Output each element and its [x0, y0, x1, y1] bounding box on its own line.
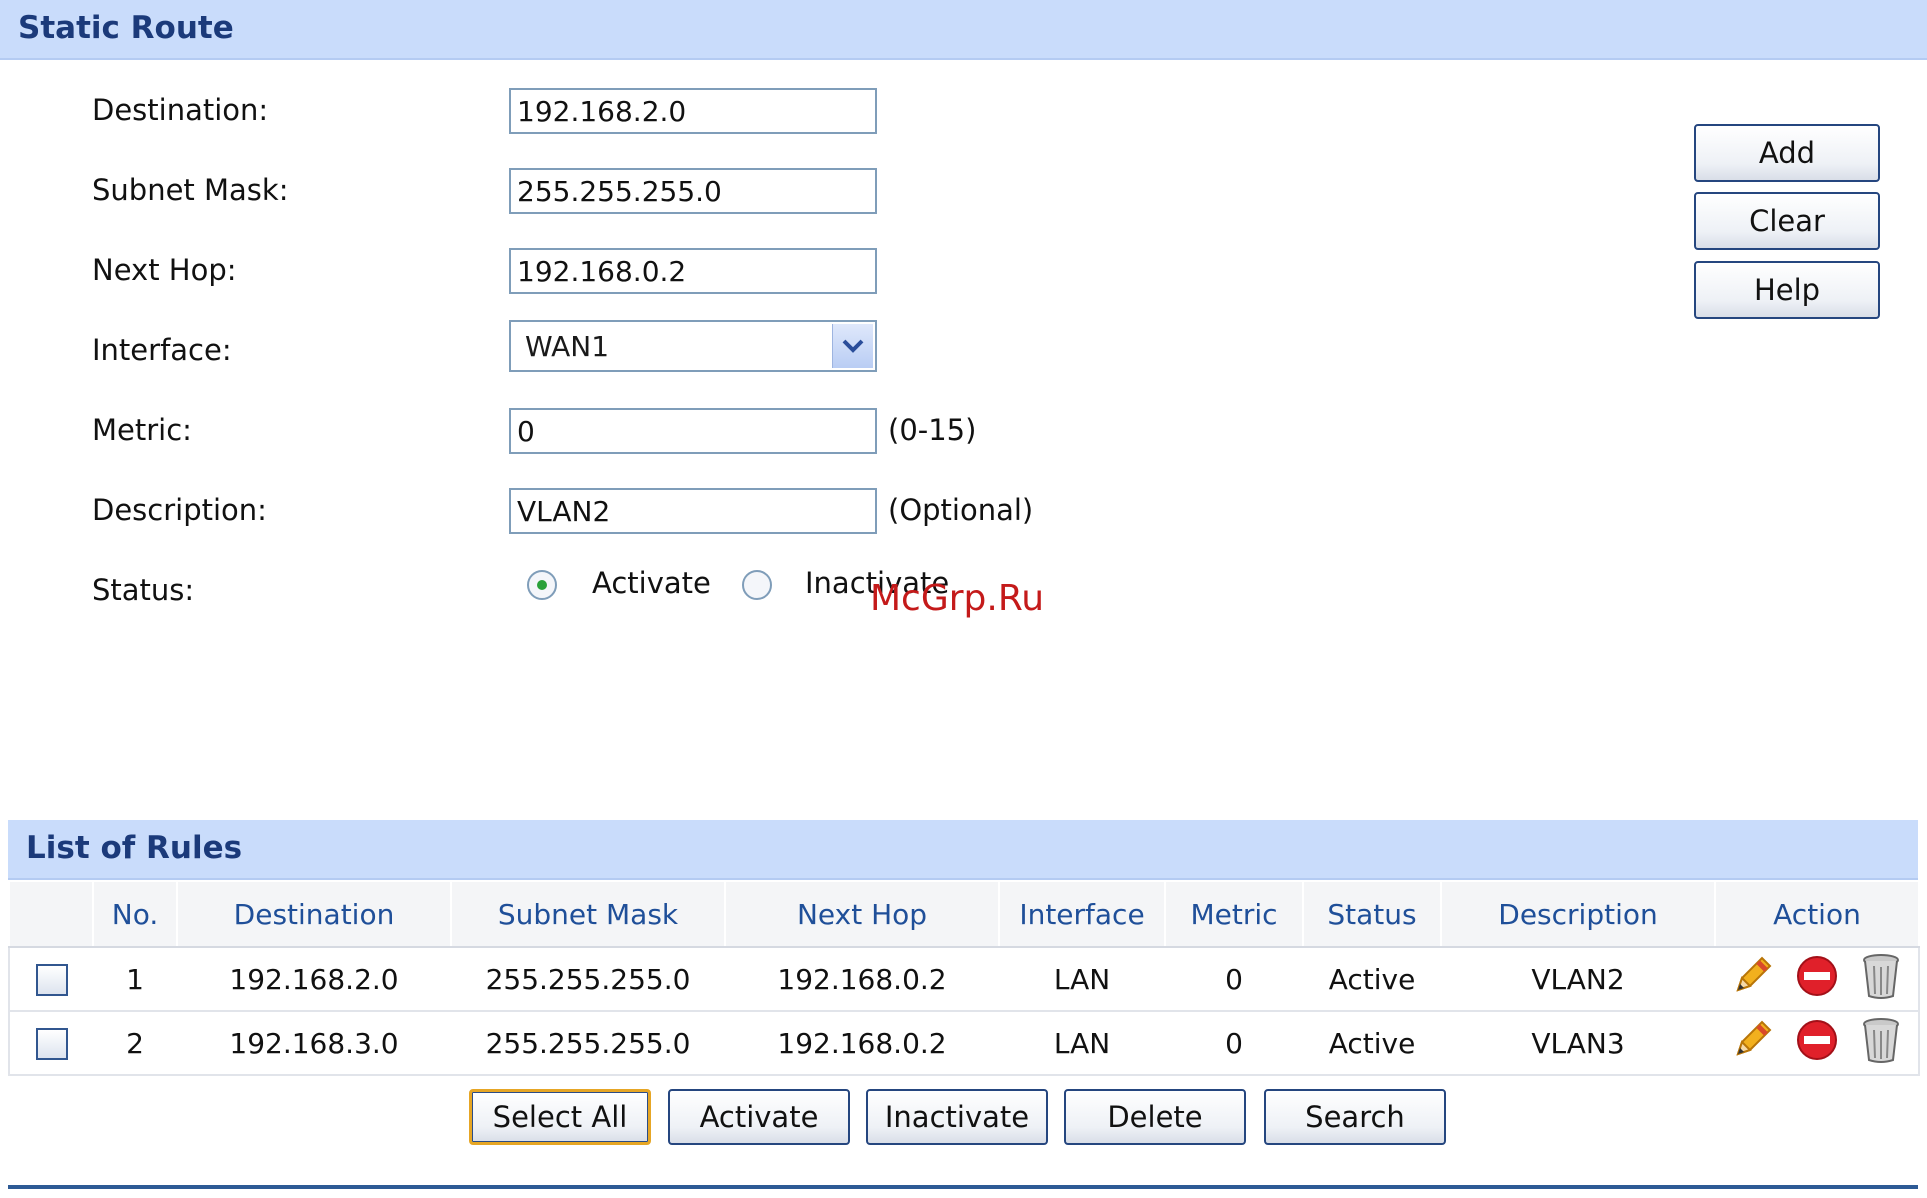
row-description: VLAN3 — [1441, 1011, 1715, 1076]
activate-button[interactable]: Activate — [668, 1089, 850, 1145]
description-label: Description: — [92, 493, 267, 527]
bottom-divider — [8, 1185, 1918, 1189]
row-destination: 192.168.2.0 — [177, 947, 451, 1012]
select-all-button[interactable]: Select All — [469, 1089, 651, 1145]
watermark-text: McGrp.Ru — [870, 578, 1045, 619]
row-select-cell — [8, 947, 93, 1012]
subnet-mask-label: Subnet Mask: — [92, 173, 289, 207]
row-subnet-mask: 255.255.255.0 — [451, 947, 725, 1012]
clear-button[interactable]: Clear — [1694, 192, 1880, 250]
row-interface: LAN — [999, 1011, 1165, 1076]
row-metric: 0 — [1165, 1011, 1303, 1076]
row-interface: LAN — [999, 947, 1165, 1012]
interface-label: Interface: — [92, 333, 232, 367]
pencil-edit-icon[interactable] — [1730, 954, 1774, 1005]
trash-icon[interactable] — [1859, 1016, 1903, 1071]
row-actions — [1715, 1011, 1920, 1076]
list-of-rules-header: List of Rules — [8, 820, 1918, 880]
column-header-subnet-mask: Subnet Mask — [450, 880, 726, 948]
row-destination: 192.168.3.0 — [177, 1011, 451, 1076]
column-header-metric: Metric — [1164, 880, 1304, 948]
search-button[interactable]: Search — [1264, 1089, 1446, 1145]
interface-selected-value: WAN1 — [525, 330, 610, 363]
pencil-edit-icon[interactable] — [1730, 1018, 1774, 1069]
metric-input[interactable] — [509, 408, 877, 454]
add-button[interactable]: Add — [1694, 124, 1880, 182]
table-row: 1 192.168.2.0 255.255.255.0 192.168.0.2 … — [8, 947, 1920, 1012]
status-inactivate-radio[interactable] — [742, 570, 772, 600]
trash-icon[interactable] — [1859, 952, 1903, 1007]
column-header-select — [8, 880, 94, 948]
disable-icon[interactable] — [1795, 1018, 1839, 1069]
disable-icon[interactable] — [1795, 954, 1839, 1005]
column-header-no: No. — [92, 880, 178, 948]
status-activate-label: Activate — [592, 566, 711, 600]
row-status: Active — [1303, 947, 1441, 1012]
row-metric: 0 — [1165, 947, 1303, 1012]
row-no: 2 — [93, 1011, 177, 1076]
row-subnet-mask: 255.255.255.0 — [451, 1011, 725, 1076]
delete-button[interactable]: Delete — [1064, 1089, 1246, 1145]
column-header-action: Action — [1714, 880, 1920, 948]
row-actions — [1715, 947, 1920, 1012]
row-status: Active — [1303, 1011, 1441, 1076]
next-hop-input[interactable] — [509, 248, 877, 294]
interface-select[interactable]: WAN1 — [509, 320, 877, 372]
rules-table: No. Destination Subnet Mask Next Hop Int… — [8, 880, 1920, 1076]
row-next-hop: 192.168.0.2 — [725, 947, 999, 1012]
metric-range-hint: (0-15) — [888, 413, 977, 447]
row-description: VLAN2 — [1441, 947, 1715, 1012]
destination-input[interactable] — [509, 88, 877, 134]
row-checkbox[interactable] — [35, 964, 68, 996]
table-header-row: No. Destination Subnet Mask Next Hop Int… — [8, 880, 1920, 948]
row-next-hop: 192.168.0.2 — [725, 1011, 999, 1076]
chevron-down-icon[interactable] — [832, 324, 873, 368]
inactivate-button[interactable]: Inactivate — [866, 1089, 1048, 1145]
static-route-header: Static Route — [0, 0, 1927, 60]
table-row: 2 192.168.3.0 255.255.255.0 192.168.0.2 … — [8, 1011, 1920, 1076]
list-of-rules-title: List of Rules — [26, 830, 243, 866]
status-label: Status: — [92, 573, 195, 607]
row-checkbox[interactable] — [35, 1028, 68, 1060]
description-optional-hint: (Optional) — [888, 493, 1034, 527]
metric-label: Metric: — [92, 413, 192, 447]
help-button[interactable]: Help — [1694, 261, 1880, 319]
status-activate-radio[interactable] — [527, 570, 557, 600]
static-route-title: Static Route — [18, 10, 234, 46]
column-header-next-hop: Next Hop — [724, 880, 1000, 948]
column-header-destination: Destination — [176, 880, 452, 948]
row-no: 1 — [93, 947, 177, 1012]
subnet-mask-input[interactable] — [509, 168, 877, 214]
column-header-description: Description — [1440, 880, 1716, 948]
row-select-cell — [8, 1011, 93, 1076]
column-header-status: Status — [1302, 880, 1442, 948]
destination-label: Destination: — [92, 93, 269, 127]
description-input[interactable] — [509, 488, 877, 534]
column-header-interface: Interface — [998, 880, 1166, 948]
next-hop-label: Next Hop: — [92, 253, 237, 287]
